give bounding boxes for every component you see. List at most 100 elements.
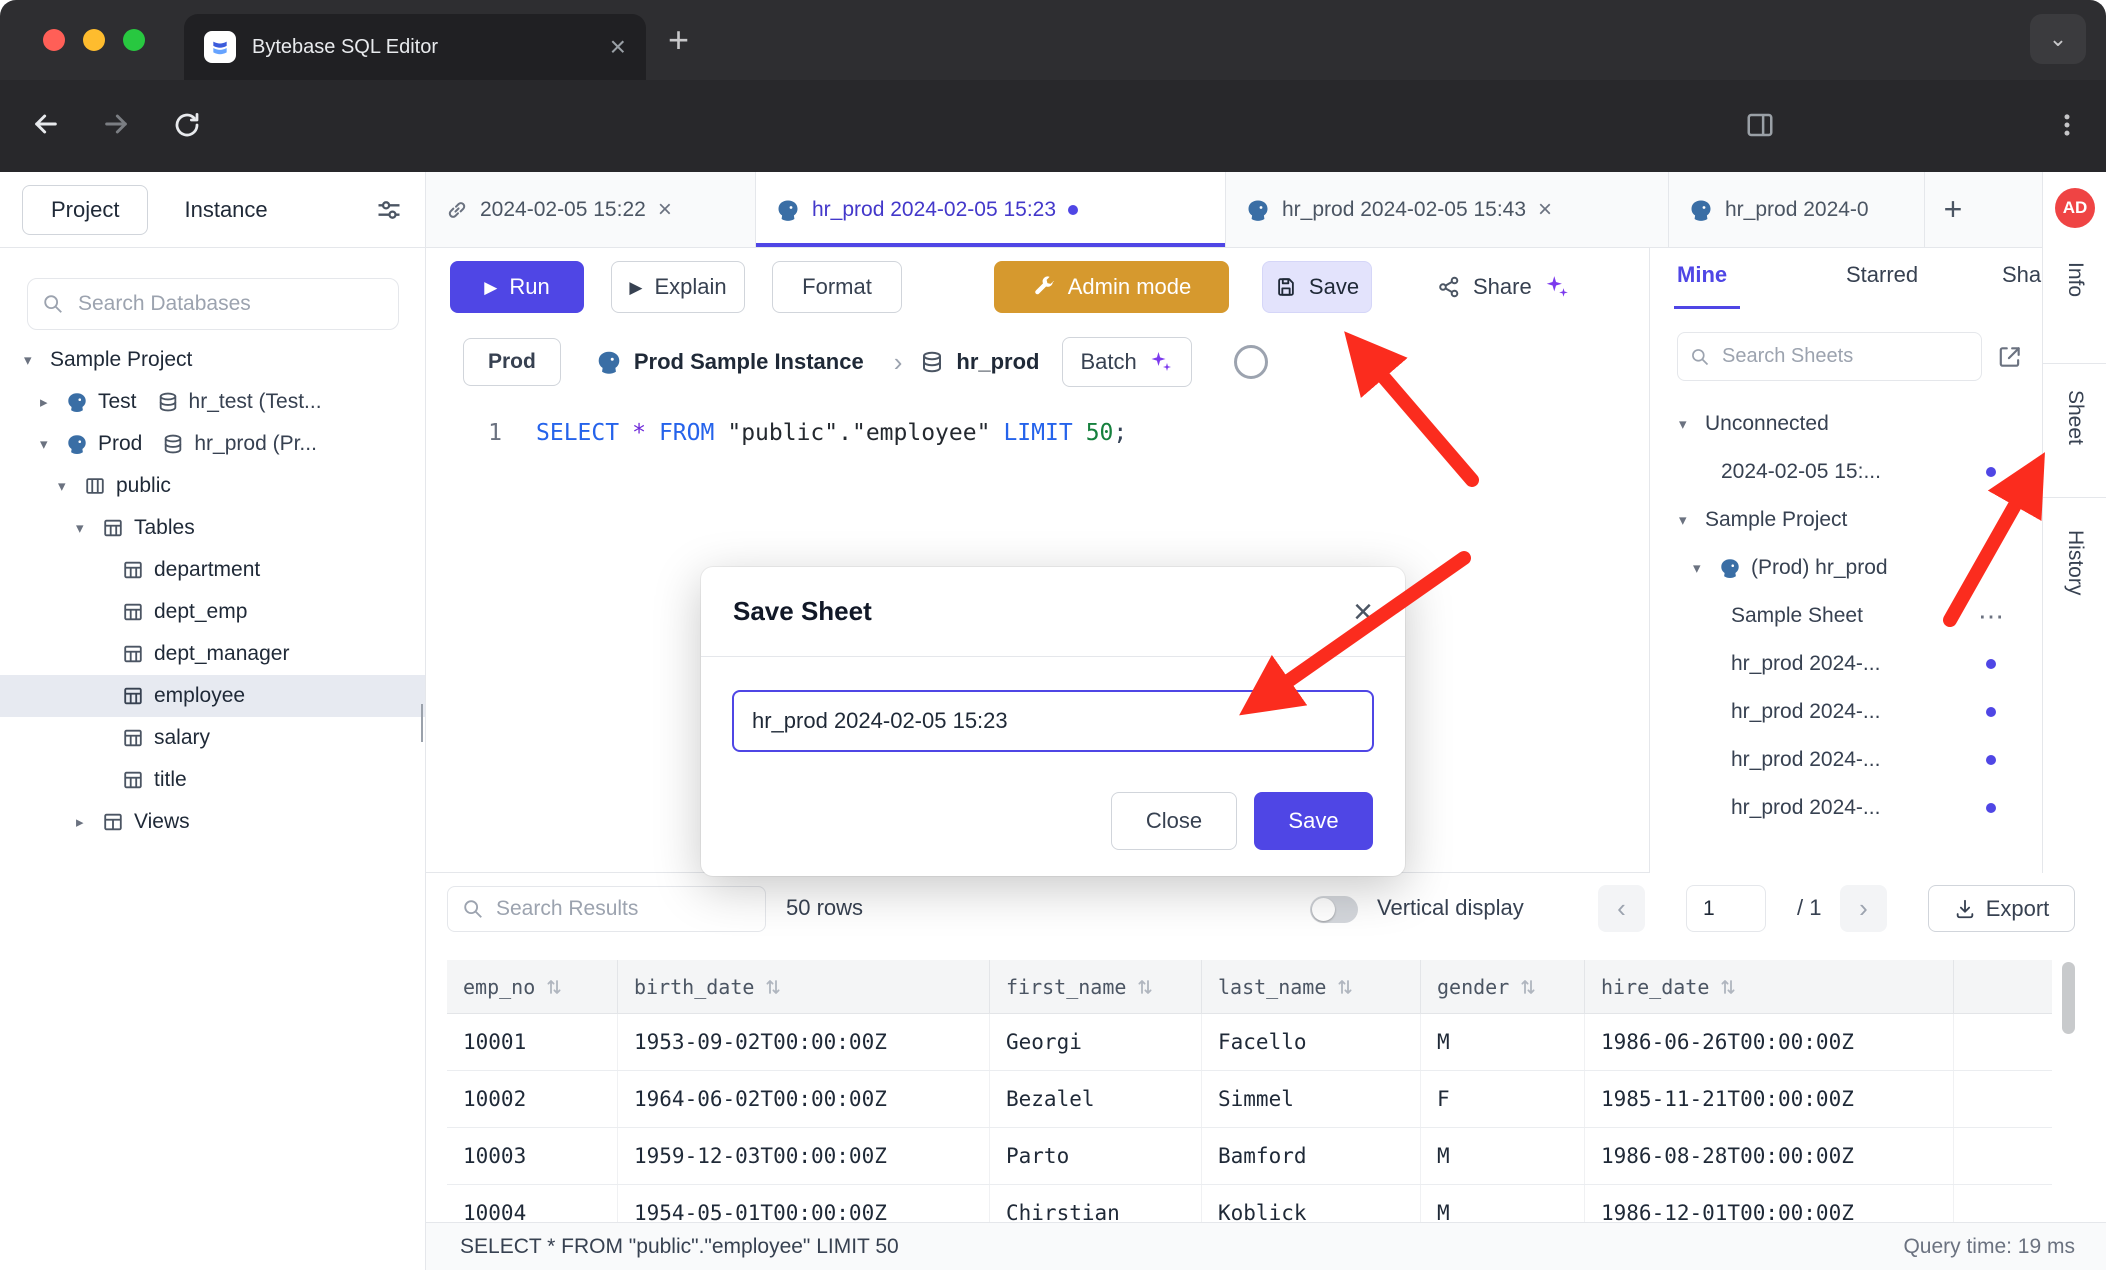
batch-button[interactable]: Batch [1062, 337, 1192, 387]
database-search-input[interactable] [76, 291, 384, 317]
sheet-tab-3[interactable]: hr_prod 2024-02-05 15:43 × [1226, 172, 1669, 247]
instance-tab[interactable]: Instance [184, 197, 267, 223]
column-header[interactable]: gender [1421, 960, 1585, 1013]
table-icon [122, 685, 144, 707]
vertical-display-toggle[interactable] [1310, 896, 1358, 923]
window-zoom-button[interactable] [123, 29, 145, 51]
sheet-group-unconnected[interactable]: ▾ Unconnected [1650, 400, 2042, 448]
sheet-name-input[interactable] [732, 690, 1374, 752]
reload-icon[interactable] [172, 110, 202, 140]
add-sheet-tab-button[interactable]: + [1925, 172, 1981, 247]
chevron-right-icon[interactable]: ▸ [40, 393, 56, 411]
chevron-down-icon[interactable]: ▾ [58, 477, 74, 495]
sheet-item[interactable]: hr_prod 2024-... [1650, 640, 2042, 688]
filter-settings-icon[interactable] [375, 196, 403, 224]
tree-node-views[interactable]: ▸ Views [0, 801, 425, 843]
sheet-group-project[interactable]: ▾ Sample Project [1650, 496, 2042, 544]
tree-node-schema-public[interactable]: ▾ public [0, 465, 425, 507]
chevron-down-icon[interactable]: ▾ [1693, 559, 1709, 577]
sheet-search-input[interactable] [1720, 344, 1969, 369]
prev-page-button[interactable]: ‹ [1598, 885, 1645, 932]
rail-tab-history[interactable]: History [2063, 530, 2087, 595]
table-row[interactable]: 10004 1954-05-01T00:00:00Z Chirstian Kob… [447, 1185, 2052, 1222]
admin-mode-button[interactable]: Admin mode [994, 261, 1229, 313]
browser-menu-icon[interactable] [2052, 110, 2082, 140]
tree-node-table-dept-emp[interactable]: dept_emp [0, 591, 425, 633]
column-header[interactable]: emp_no [447, 960, 618, 1013]
avatar[interactable]: AD [2055, 188, 2095, 228]
tab-share[interactable]: Share [2002, 262, 2042, 288]
sheet-item[interactable]: Sample Sheet ⋯ [1650, 592, 2042, 640]
browser-tab[interactable]: Bytebase SQL Editor × [184, 14, 646, 80]
tree-node-table-employee-selected[interactable]: employee [0, 675, 425, 717]
column-header[interactable]: first_name [990, 960, 1202, 1013]
chevron-down-icon[interactable]: ▾ [76, 519, 92, 537]
export-button[interactable]: Export [1928, 885, 2075, 932]
table-row[interactable]: 10001 1953-09-02T00:00:00Z Georgi Facell… [447, 1014, 2052, 1071]
page-number-input[interactable] [1686, 885, 1766, 932]
environment-chip[interactable]: Prod [463, 338, 561, 386]
format-button[interactable]: Format [772, 261, 902, 313]
sheet-item[interactable]: hr_prod 2024-... [1650, 736, 2042, 784]
tree-node-project[interactable]: ▾ Sample Project [0, 339, 425, 381]
side-panel-icon[interactable] [1745, 110, 1775, 140]
dialog-save-button[interactable]: Save [1254, 792, 1373, 850]
tree-node-table-dept-manager[interactable]: dept_manager [0, 633, 425, 675]
database-search-box[interactable] [27, 278, 399, 330]
tree-node-prod-db[interactable]: ▾ Prod hr_prod (Pr... [0, 423, 425, 465]
explain-button[interactable]: ▶ Explain [611, 261, 745, 313]
browser-tab-close-icon[interactable]: × [610, 33, 626, 61]
tree-node-tables[interactable]: ▾ Tables [0, 507, 425, 549]
instance-crumb[interactable]: Prod Sample Instance [596, 349, 864, 375]
window-minimize-button[interactable] [83, 29, 105, 51]
sheet-item[interactable]: 2024-02-05 15:... [1650, 448, 2042, 496]
window-close-button[interactable] [43, 29, 65, 51]
back-icon[interactable] [30, 108, 62, 140]
database-crumb[interactable]: hr_prod [920, 349, 1039, 375]
next-page-button[interactable]: › [1840, 885, 1887, 932]
refresh-icon[interactable] [1234, 345, 1268, 379]
chevron-down-icon[interactable]: ▾ [1679, 415, 1695, 433]
forward-icon[interactable] [100, 108, 132, 140]
close-icon[interactable]: × [1353, 595, 1373, 629]
chevron-right-icon[interactable]: ▸ [76, 813, 92, 831]
rail-tab-info[interactable]: Info [2063, 262, 2087, 297]
column-header[interactable]: last_name [1202, 960, 1421, 1013]
close-tab-icon[interactable]: × [1538, 198, 1552, 222]
share-button[interactable]: Share [1427, 261, 1580, 313]
results-search-box[interactable] [447, 886, 766, 932]
tab-search-chevron-icon[interactable]: ⌄ [2030, 14, 2086, 64]
tree-node-table-title[interactable]: title [0, 759, 425, 801]
sheet-db-node[interactable]: ▾ (Prod) hr_prod [1650, 544, 2042, 592]
chevron-down-icon[interactable]: ▾ [24, 351, 40, 369]
new-tab-button[interactable]: + [668, 22, 689, 58]
more-options-icon[interactable]: ⋯ [1978, 603, 2004, 629]
tree-node-table-department[interactable]: department [0, 549, 425, 591]
tab-mine[interactable]: Mine [1677, 262, 1727, 288]
save-button[interactable]: Save [1262, 261, 1372, 313]
breadcrumb-chevron-icon: › [894, 347, 903, 378]
sheet-tab-2-active[interactable]: hr_prod 2024-02-05 15:23 [756, 172, 1226, 247]
sheet-item[interactable]: hr_prod 2024-... [1650, 688, 2042, 736]
close-tab-icon[interactable]: × [658, 198, 672, 222]
dialog-close-button[interactable]: Close [1111, 792, 1237, 850]
rail-tab-sheet[interactable]: Sheet [2063, 390, 2087, 445]
tree-node-table-salary[interactable]: salary [0, 717, 425, 759]
table-scrollbar[interactable] [2062, 962, 2075, 1034]
project-tab[interactable]: Project [22, 185, 148, 235]
chevron-down-icon[interactable]: ▾ [1679, 511, 1695, 529]
sheet-search-box[interactable] [1677, 332, 1982, 381]
table-row[interactable]: 10002 1964-06-02T00:00:00Z Bezalel Simme… [447, 1071, 2052, 1128]
results-search-input[interactable] [494, 896, 751, 922]
sheet-tab-4[interactable]: hr_prod 2024-0 [1669, 172, 1925, 247]
chevron-down-icon[interactable]: ▾ [40, 435, 56, 453]
table-row[interactable]: 10003 1959-12-03T00:00:00Z Parto Bamford… [447, 1128, 2052, 1185]
column-header[interactable]: birth_date [618, 960, 990, 1013]
sheet-item[interactable]: hr_prod 2024-... [1650, 784, 2042, 832]
run-button[interactable]: ▶ Run [450, 261, 584, 313]
tab-starred[interactable]: Starred [1846, 262, 1918, 288]
sheet-tab-1[interactable]: 2024-02-05 15:22 × [426, 172, 756, 247]
tree-node-test-db[interactable]: ▸ Test hr_test (Test... [0, 381, 425, 423]
open-sheet-icon[interactable] [1997, 344, 2023, 370]
column-header[interactable]: hire_date [1585, 960, 1954, 1013]
